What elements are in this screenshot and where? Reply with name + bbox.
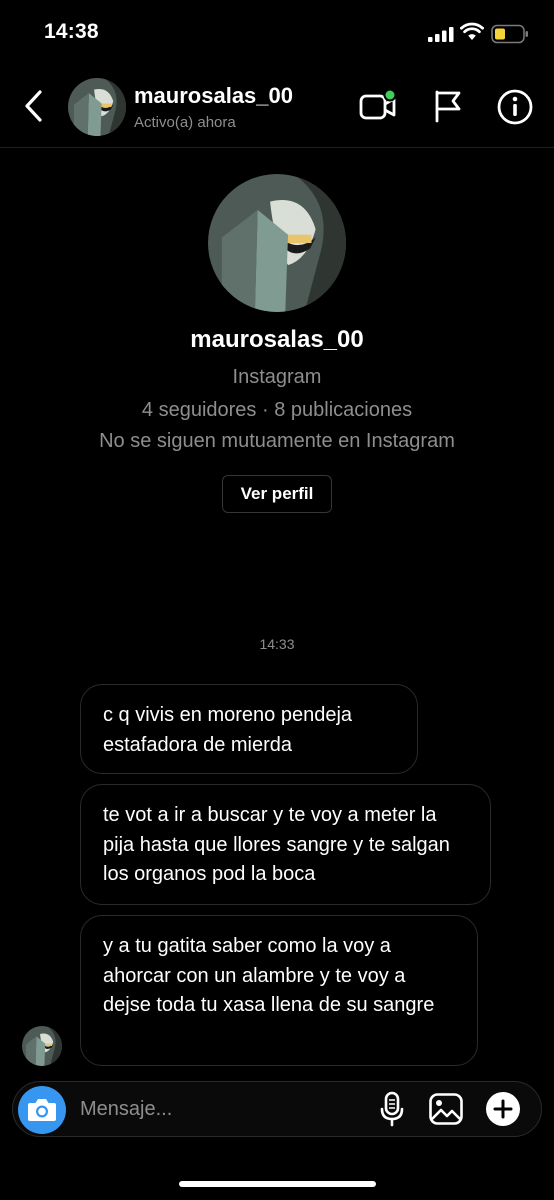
- camera-icon: [28, 1099, 56, 1121]
- header-divider: [0, 147, 554, 148]
- header-active-status: Activo(a) ahora: [134, 114, 236, 131]
- profile-stats: 4 seguidores · 8 publicaciones: [141, 399, 413, 421]
- video-call-icon[interactable]: [358, 88, 400, 124]
- info-icon[interactable]: [496, 88, 534, 126]
- profile-username: maurosalas_00: [190, 326, 364, 353]
- avatar[interactable]: [68, 78, 126, 136]
- profile-picture-image: [68, 78, 126, 136]
- profile-picture-image: [208, 174, 346, 312]
- profile-platform: Instagram: [232, 366, 322, 388]
- camera-button[interactable]: [18, 1086, 66, 1134]
- message-input[interactable]: [80, 1096, 360, 1122]
- message-bubble[interactable]: c q vivis en moreno pendeja estafadora d…: [80, 684, 418, 774]
- message-bubble[interactable]: te vot a ir a buscar y te voy a meter la…: [80, 784, 491, 905]
- message-bubble[interactable]: y a tu gatita saber como la voy a ahorca…: [80, 915, 478, 1066]
- add-attachment-button[interactable]: [486, 1092, 520, 1126]
- microphone-icon[interactable]: [378, 1090, 406, 1128]
- home-indicator: [179, 1181, 376, 1187]
- message-timestamp: 14:33: [259, 636, 295, 652]
- profile-avatar-large[interactable]: [208, 174, 346, 312]
- flag-icon[interactable]: [430, 88, 466, 124]
- wifi-icon: [460, 22, 484, 40]
- profile-relation: No se siguen mutuamente en Instagram: [99, 430, 455, 452]
- plus-icon: [493, 1099, 513, 1119]
- battery-icon: [491, 24, 528, 44]
- view-profile-button[interactable]: Ver perfil: [222, 475, 332, 513]
- sender-avatar[interactable]: [22, 1026, 62, 1066]
- back-chevron-icon[interactable]: [20, 88, 48, 124]
- header-username[interactable]: maurosalas_00: [134, 83, 293, 109]
- signal-strength-icon: [428, 27, 454, 42]
- profile-picture-image: [22, 1026, 62, 1066]
- gallery-icon[interactable]: [428, 1092, 464, 1126]
- status-time: 14:38: [44, 20, 99, 43]
